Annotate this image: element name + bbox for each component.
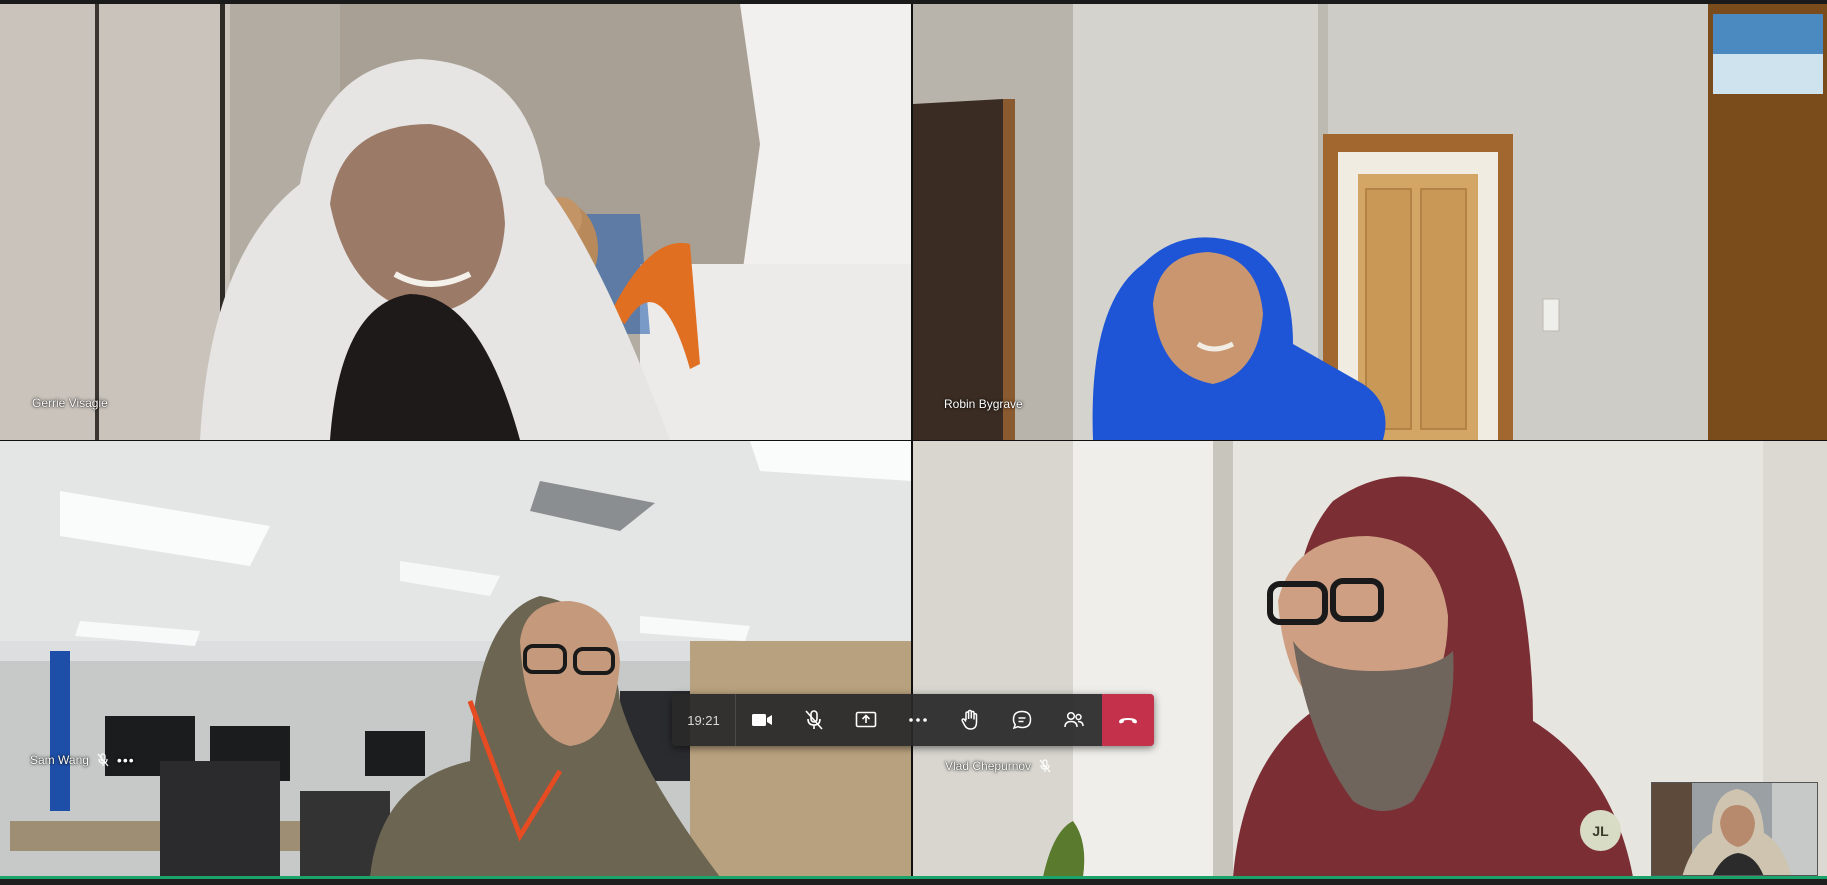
participant-name-label: Vlad Chepurnov bbox=[945, 759, 1051, 773]
hang-up-icon bbox=[1119, 718, 1137, 724]
share-screen-icon bbox=[855, 711, 877, 728]
bottom-status-strip bbox=[0, 876, 1827, 885]
participant-name: Sam Wang bbox=[30, 753, 89, 767]
participant-more-icon[interactable]: ••• bbox=[117, 753, 135, 767]
participant-name: Robin Bygrave bbox=[944, 397, 1023, 411]
chat-button[interactable] bbox=[996, 694, 1048, 746]
participant-name-label: Gerrie Visagie bbox=[32, 396, 108, 410]
self-video-preview[interactable] bbox=[1651, 782, 1818, 876]
camera-icon bbox=[752, 714, 772, 726]
participants-icon bbox=[1064, 711, 1084, 728]
participant-name-label: Robin Bygrave bbox=[944, 397, 1023, 411]
video-feed-gerrie bbox=[0, 4, 911, 440]
video-tile-sam[interactable]: Sam Wang ••• bbox=[0, 441, 911, 877]
participant-name: Vlad Chepurnov bbox=[945, 759, 1032, 773]
hang-up-button[interactable] bbox=[1102, 694, 1154, 746]
raise-hand-button[interactable] bbox=[944, 694, 996, 746]
camera-button[interactable] bbox=[736, 694, 788, 746]
video-feed-robin bbox=[913, 4, 1827, 440]
accent-line bbox=[0, 876, 1827, 879]
mic-off-icon bbox=[805, 710, 823, 730]
share-screen-button[interactable] bbox=[840, 694, 892, 746]
more-icon bbox=[909, 718, 927, 722]
meeting-stage: Gerrie Visagie Robin Bygrave Sam Wang ••… bbox=[0, 0, 1827, 885]
participants-button[interactable] bbox=[1048, 694, 1100, 746]
self-avatar[interactable]: JL bbox=[1580, 810, 1621, 851]
video-feed-sam bbox=[0, 441, 911, 877]
raise-hand-icon bbox=[961, 709, 978, 730]
mic-off-icon bbox=[97, 753, 109, 767]
more-actions-button[interactable] bbox=[892, 694, 944, 746]
participant-name-label: Sam Wang ••• bbox=[30, 753, 135, 767]
meeting-control-bar: 19:21 bbox=[672, 694, 1154, 746]
mic-off-icon bbox=[1039, 759, 1051, 773]
participant-name: Gerrie Visagie bbox=[32, 396, 108, 410]
video-tile-gerrie[interactable]: Gerrie Visagie bbox=[0, 4, 911, 440]
self-video-feed bbox=[1652, 783, 1817, 875]
meeting-timer: 19:21 bbox=[672, 694, 736, 746]
chat-icon bbox=[1012, 710, 1032, 730]
video-tile-robin[interactable]: Robin Bygrave bbox=[913, 4, 1827, 440]
mic-toggle-button[interactable] bbox=[788, 694, 840, 746]
